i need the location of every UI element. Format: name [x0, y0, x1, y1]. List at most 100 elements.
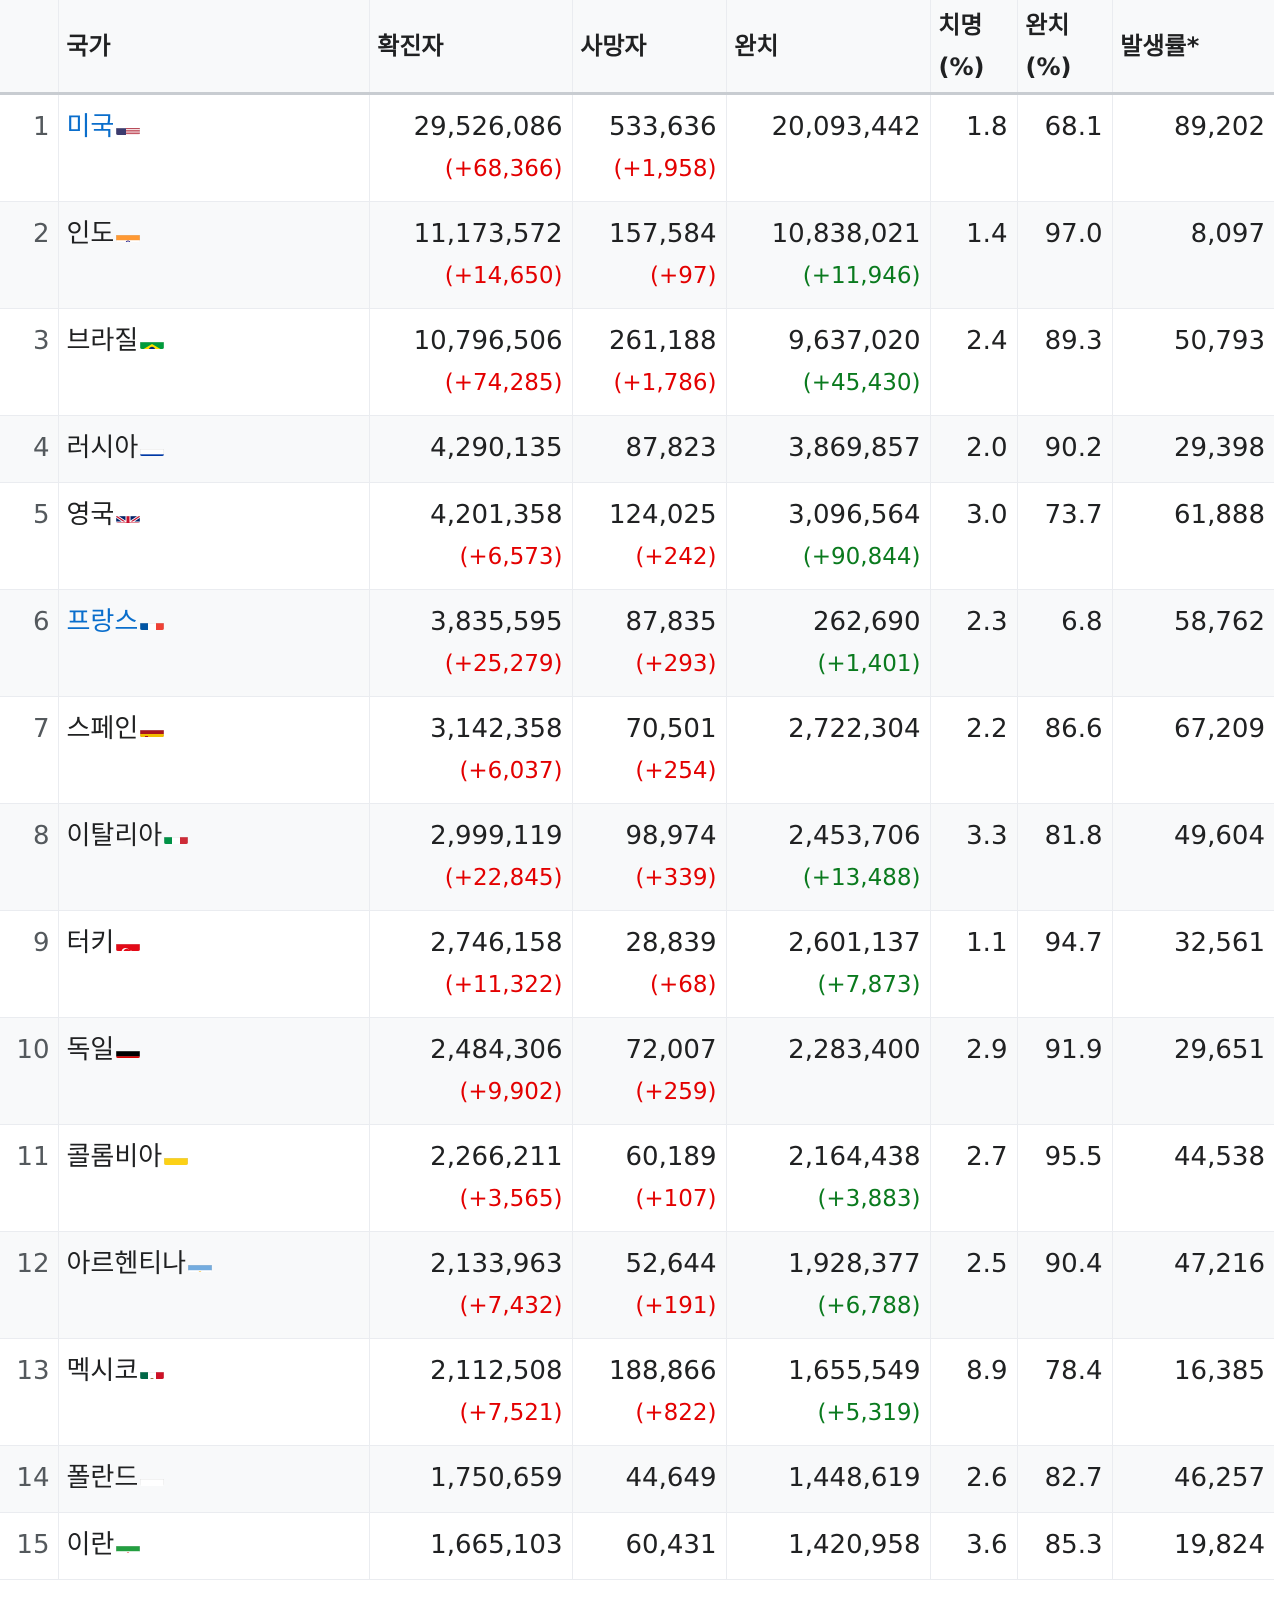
country-cell: 러시아: [57, 415, 369, 483]
recovery-rate-value: 89.3: [1044, 326, 1103, 356]
confirmed-delta: (+11,322): [444, 972, 563, 998]
deaths-cell: 157,584 (+97): [571, 201, 726, 309]
de-flag-icon: [116, 1042, 141, 1058]
confirmed-cell: 1,750,659: [368, 1445, 572, 1513]
incidence-cell: 46,257: [1111, 1445, 1274, 1513]
header-fatality-rate[interactable]: 치명 (%): [929, 0, 1017, 95]
fr-flag-icon: [140, 614, 165, 630]
it-flag-icon: [164, 828, 189, 844]
confirmed-delta: (+7,521): [459, 1400, 563, 1426]
incidence-cell: 67,209: [1111, 696, 1274, 804]
incidence-cell: 49,604: [1111, 803, 1274, 911]
rank-value: 10: [16, 1035, 50, 1065]
recovered-delta: (+1,401): [817, 651, 921, 677]
confirmed-delta: (+14,650): [444, 263, 563, 289]
country-cell[interactable]: 미국: [57, 93, 369, 202]
rank-value: 15: [16, 1530, 50, 1560]
header-fatality-line1: 치명: [938, 11, 983, 39]
table-row: 3 브라질 10,796,506 (+74,285) 261,188 (+1,786) 9,…: [0, 308, 1274, 416]
confirmed-delta: (+9,902): [459, 1079, 563, 1105]
confirmed-value: 4,290,135: [430, 433, 563, 463]
confirmed-cell: 2,484,306 (+9,902): [368, 1017, 572, 1125]
country-cell: 콜롬비아: [57, 1124, 369, 1232]
incidence-cell: 32,561: [1111, 910, 1274, 1018]
country-name-link[interactable]: 미국: [67, 112, 115, 142]
country-name: 스페인: [66, 714, 139, 744]
recovered-value: 2,164,438: [788, 1142, 921, 1172]
rank-cell: 15: [0, 1512, 58, 1580]
confirmed-value: 1,665,103: [430, 1530, 563, 1560]
recovery-rate-value: 68.1: [1044, 112, 1103, 142]
deaths-value: 60,431: [625, 1530, 717, 1560]
confirmed-delta: (+6,573): [459, 544, 563, 570]
incidence-cell: 16,385: [1111, 1338, 1274, 1446]
deaths-cell: 261,188 (+1,786): [571, 308, 726, 416]
fatality-rate-value: 3.6: [966, 1530, 1008, 1560]
tr-flag-icon: [116, 935, 141, 951]
country-cell: 인도: [57, 201, 369, 309]
incidence-cell: 50,793: [1111, 308, 1274, 416]
header-incidence[interactable]: 발생률*: [1111, 0, 1274, 95]
country-name-link[interactable]: 프랑스: [67, 607, 139, 637]
fatality-rate-value: 2.2: [966, 714, 1008, 744]
recovery-rate-value: 97.0: [1044, 219, 1103, 249]
confirmed-delta: (+74,285): [444, 370, 563, 396]
fatality-rate-value: 1.4: [966, 219, 1008, 249]
incidence-value: 46,257: [1174, 1463, 1265, 1493]
fatality-rate-cell: 1.1: [929, 910, 1017, 1018]
deaths-delta: (+254): [635, 758, 717, 784]
incidence-value: 44,538: [1174, 1142, 1265, 1172]
covid-statistics-table: 국가 확진자 사망자 완치 치명 (%) 완치 (%) 발생률* 1 미국 29,5…: [0, 0, 1274, 1580]
country-cell[interactable]: 프랑스: [57, 589, 369, 697]
deaths-delta: (+242): [635, 544, 717, 570]
recovered-delta: (+45,430): [802, 370, 921, 396]
confirmed-cell: 11,173,572 (+14,650): [368, 201, 572, 309]
header-country[interactable]: 국가: [57, 0, 369, 95]
header-deaths[interactable]: 사망자: [571, 0, 726, 95]
header-confirmed[interactable]: 확진자: [368, 0, 572, 95]
incidence-cell: 58,762: [1111, 589, 1274, 697]
recovery-rate-cell: 90.2: [1016, 415, 1112, 483]
fatality-rate-cell: 2.3: [929, 589, 1017, 697]
recovery-rate-cell: 95.5: [1016, 1124, 1112, 1232]
recovered-delta: (+13,488): [802, 865, 921, 891]
incidence-cell: 61,888: [1111, 482, 1274, 590]
table-row: 15 이란 1,665,103 60,431 1,420,958 3.6 85.3 19,82…: [0, 1512, 1274, 1580]
recovered-value: 2,722,304: [788, 714, 921, 744]
table-row: 4 러시아 4,290,135 87,823 3,869,857 2.0 90.2 29,39…: [0, 415, 1274, 483]
confirmed-cell: 10,796,506 (+74,285): [368, 308, 572, 416]
recovered-delta: (+6,788): [817, 1293, 921, 1319]
deaths-delta: (+191): [635, 1293, 717, 1319]
fatality-rate-cell: 2.5: [929, 1231, 1017, 1339]
ir-flag-icon: [116, 1537, 141, 1553]
country-name: 터키: [66, 928, 115, 958]
table-row: 14 폴란드 1,750,659 44,649 1,448,619 2.6 82.7 46,2…: [0, 1445, 1274, 1513]
table-header-row: 국가 확진자 사망자 완치 치명 (%) 완치 (%) 발생률*: [0, 0, 1274, 95]
deaths-delta: (+97): [650, 263, 717, 289]
incidence-value: 19,824: [1174, 1530, 1265, 1560]
country-name: 멕시코: [66, 1356, 139, 1386]
recovered-delta: (+11,946): [802, 263, 921, 289]
br-flag-icon: [140, 333, 165, 349]
confirmed-cell: 4,201,358 (+6,573): [368, 482, 572, 590]
header-recovered[interactable]: 완치: [725, 0, 930, 95]
rank-cell: 9: [0, 910, 58, 1018]
header-rank[interactable]: [0, 0, 58, 95]
deaths-delta: (+1,786): [613, 370, 717, 396]
recovered-value: 2,453,706: [788, 821, 921, 851]
fatality-rate-value: 3.3: [966, 821, 1008, 851]
fatality-rate-cell: 2.0: [929, 415, 1017, 483]
recovery-rate-value: 86.6: [1044, 714, 1103, 744]
rank-value: 7: [32, 714, 50, 744]
recovered-cell: 2,601,137 (+7,873): [725, 910, 930, 1018]
incidence-cell: 29,651: [1111, 1017, 1274, 1125]
fatality-rate-value: 2.6: [966, 1463, 1008, 1493]
deaths-cell: 52,644 (+191): [571, 1231, 726, 1339]
deaths-cell: 87,835 (+293): [571, 589, 726, 697]
confirmed-value: 29,526,086: [413, 112, 563, 142]
country-cell: 아르헨티나: [57, 1231, 369, 1339]
table-row: 9 터키 2,746,158 (+11,322) 28,839 (+68) 2,601,13…: [0, 910, 1274, 1018]
confirmed-cell: 3,835,595 (+25,279): [368, 589, 572, 697]
confirmed-value: 2,484,306: [430, 1035, 563, 1065]
header-recovery-rate[interactable]: 완치 (%): [1016, 0, 1112, 95]
